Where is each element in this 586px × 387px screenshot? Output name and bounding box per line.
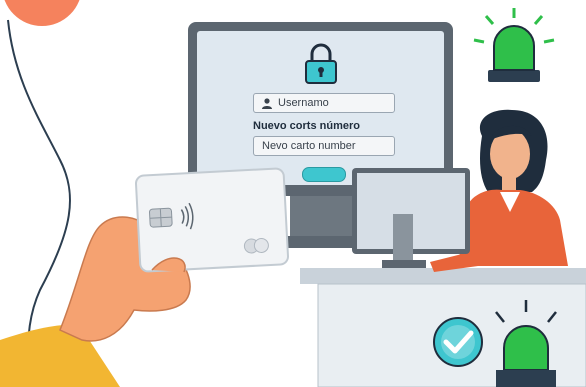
submit-button[interactable]: [302, 167, 346, 182]
card-number-placeholder: Nevo carto number: [262, 140, 356, 152]
card-number-field[interactable]: Nevo carto number: [253, 136, 395, 156]
check-icon: [433, 317, 483, 367]
username-placeholder: Usernamo: [278, 97, 329, 109]
cable: [7, 19, 71, 361]
username-field[interactable]: Usernamo: [253, 93, 395, 113]
illustration: [0, 0, 586, 387]
agent-monitor: [352, 168, 470, 268]
user-icon: [262, 98, 272, 109]
credit-card: [134, 167, 290, 273]
siren-light-icon: [473, 8, 555, 82]
card-number-label: Nuevo corts número: [253, 120, 360, 132]
decorative-orange-circle: [4, 0, 80, 26]
